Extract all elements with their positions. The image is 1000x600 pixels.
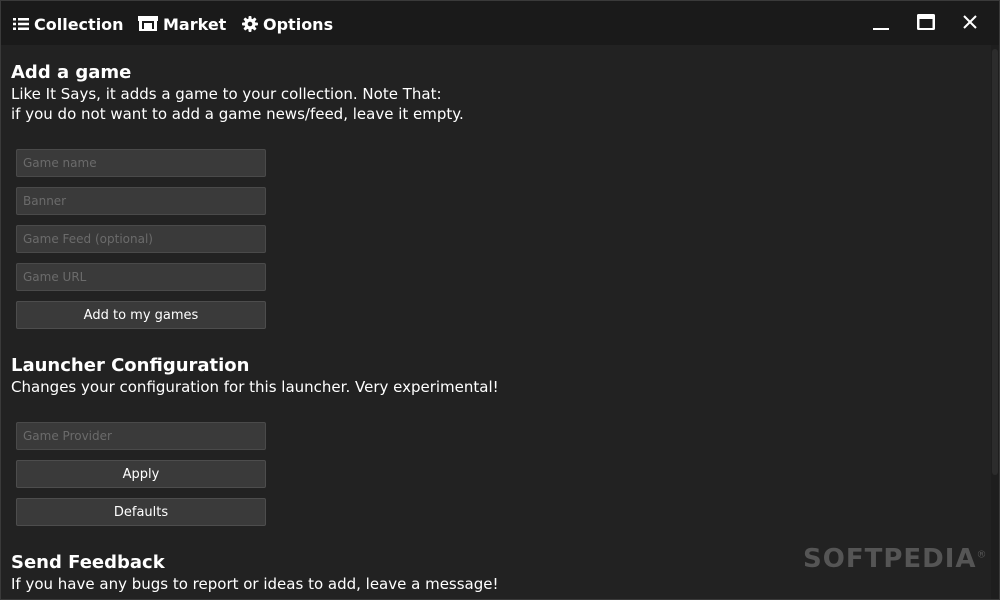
app-window: Collection Market Options Add a game Lik… <box>0 0 1000 600</box>
nav-collection-label: Collection <box>34 14 124 34</box>
game-name-input[interactable] <box>16 149 266 177</box>
nav-market-label: Market <box>163 14 227 34</box>
maximize-button[interactable] <box>913 11 939 37</box>
nav-market[interactable]: Market <box>138 13 226 35</box>
scrollbar-thumb[interactable] <box>992 49 998 475</box>
launcher-config-description: Changes your configuration for this laun… <box>11 378 499 396</box>
registered-mark: ® <box>976 549 988 561</box>
launcher-config-title: Launcher Configuration <box>11 355 250 376</box>
send-feedback-description: If you have any bugs to report or ideas … <box>11 575 499 593</box>
watermark-text: SOFTPEDIA <box>803 544 977 574</box>
list-icon <box>13 17 29 31</box>
nav-options[interactable]: Options <box>242 13 333 35</box>
send-feedback-title: Send Feedback <box>11 552 165 573</box>
banner-input[interactable] <box>16 187 266 215</box>
add-game-title: Add a game <box>11 62 132 83</box>
add-game-description-line1: Like It Says, it adds a game to your col… <box>11 85 442 103</box>
nav-options-label: Options <box>263 14 334 34</box>
apply-button[interactable]: Apply <box>16 460 266 488</box>
close-button[interactable] <box>957 11 983 37</box>
close-icon <box>962 14 978 34</box>
add-game-description-line2: if you do not want to add a game news/fe… <box>11 105 464 123</box>
game-provider-input[interactable] <box>16 422 266 450</box>
title-bar: Collection Market Options <box>1 1 999 45</box>
vertical-scrollbar[interactable] <box>991 45 999 599</box>
game-url-input[interactable] <box>16 263 266 291</box>
nav-collection[interactable]: Collection <box>13 13 124 35</box>
gear-icon <box>242 16 258 32</box>
store-icon <box>138 16 158 32</box>
defaults-button[interactable]: Defaults <box>16 498 266 526</box>
softpedia-watermark: SOFTPEDIA® <box>803 544 988 574</box>
minimize-icon <box>872 13 890 35</box>
maximize-icon <box>917 14 935 34</box>
game-feed-input[interactable] <box>16 225 266 253</box>
minimize-button[interactable] <box>868 11 894 37</box>
main-content: Add a game Like It Says, it adds a game … <box>1 45 991 599</box>
add-to-my-games-button[interactable]: Add to my games <box>16 301 266 329</box>
